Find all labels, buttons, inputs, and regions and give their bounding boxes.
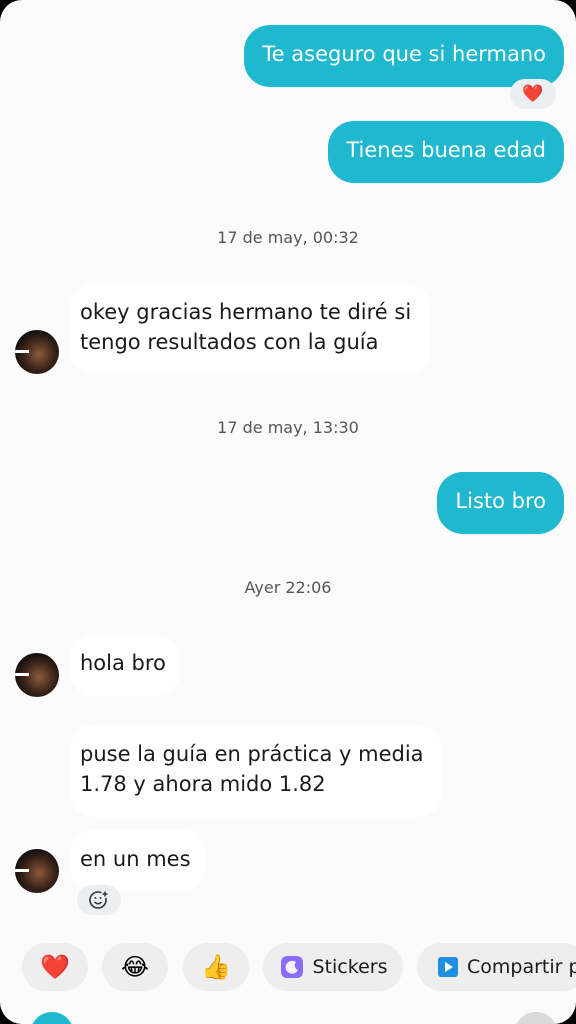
- sticker-icon: [280, 956, 303, 978]
- quick-reply-thumbs-up[interactable]: 👍: [183, 943, 249, 991]
- send-like-button[interactable]: [514, 1012, 558, 1024]
- message-text: 1.78 y ahora mido 1.82: [80, 772, 326, 796]
- avatar[interactable]: [15, 849, 59, 893]
- avatar[interactable]: [15, 330, 59, 374]
- chat-screen: Te aseguro que si hermano ❤️ Tienes buen…: [0, 0, 576, 1024]
- timestamp: 17 de may, 00:32: [217, 228, 359, 247]
- message-outgoing[interactable]: Tienes buena edad: [328, 121, 564, 183]
- add-reaction-button[interactable]: [77, 885, 121, 915]
- message-incoming[interactable]: puse la guía en práctica y media 1.78 y …: [70, 725, 442, 817]
- message-outgoing[interactable]: Te aseguro que si hermano: [244, 25, 564, 87]
- message-outgoing[interactable]: Listo bro: [437, 472, 564, 534]
- message-text: Listo bro: [455, 489, 546, 513]
- message-text: Te aseguro que si hermano: [262, 42, 546, 66]
- quick-reply-heart[interactable]: ❤️: [22, 943, 88, 991]
- play-square-icon: [438, 957, 458, 977]
- smiley-plus-icon: [89, 890, 109, 909]
- avatar[interactable]: [15, 653, 59, 697]
- heart-reaction-badge[interactable]: ❤️: [510, 79, 556, 109]
- share-label: Compartir p: [467, 956, 576, 978]
- message-incoming[interactable]: en un mes: [70, 830, 206, 892]
- timestamp: Ayer 22:06: [244, 578, 332, 597]
- message-incoming[interactable]: okey gracias hermano te diré si tengo re…: [70, 283, 430, 375]
- stickers-button[interactable]: Stickers: [263, 943, 403, 991]
- camera-button[interactable]: [30, 1012, 74, 1024]
- thumbs-up-icon: 👍: [201, 953, 231, 981]
- message-text: Tienes buena edad: [346, 138, 546, 162]
- message-text: okey gracias hermano te diré si: [80, 300, 412, 324]
- message-text: en un mes: [80, 847, 191, 871]
- message-text: hola bro: [80, 651, 166, 675]
- heart-icon: ❤️: [522, 84, 544, 104]
- stickers-label: Stickers: [312, 956, 388, 978]
- timestamp: 17 de may, 13:30: [217, 418, 359, 437]
- quick-reply-laugh[interactable]: 😂: [102, 943, 168, 991]
- heart-icon: ❤️: [40, 953, 70, 981]
- laughing-emoji-icon: 😂: [120, 953, 150, 981]
- share-button[interactable]: Compartir p: [417, 943, 576, 991]
- message-text: tengo resultados con la guía: [80, 330, 379, 354]
- message-text: puse la guía en práctica y media: [80, 742, 424, 766]
- message-incoming[interactable]: hola bro: [70, 634, 180, 696]
